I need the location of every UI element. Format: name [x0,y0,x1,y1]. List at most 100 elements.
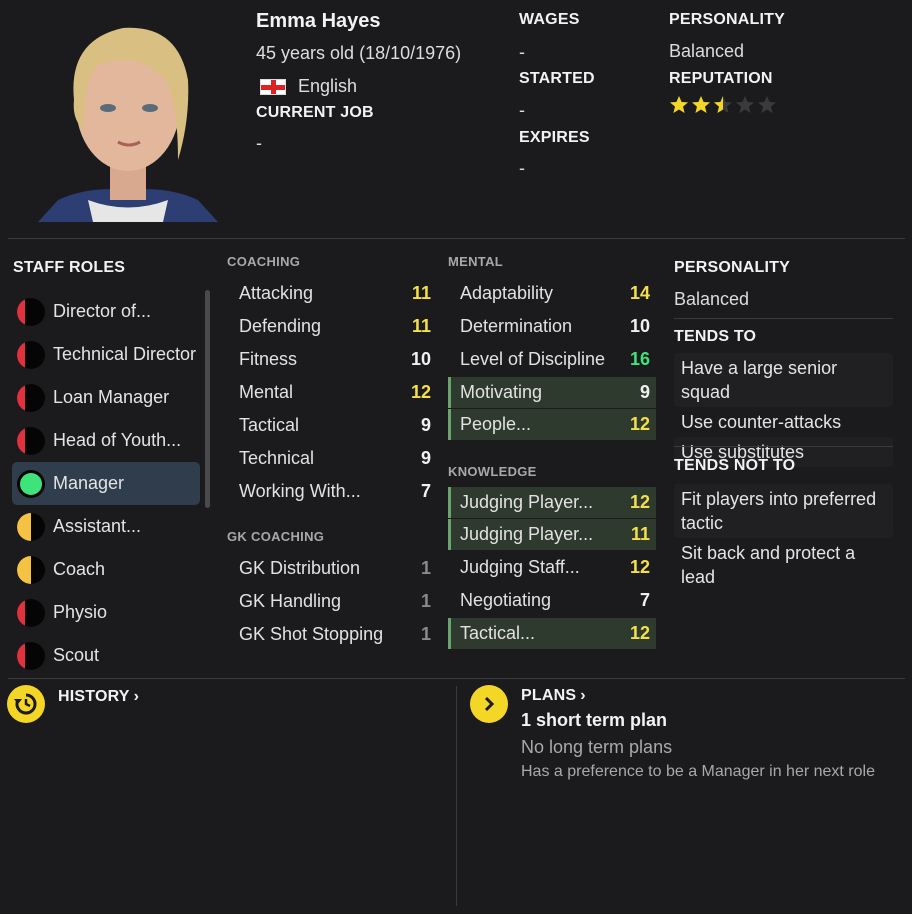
attribute-row: Judging Player... 12 [448,487,656,518]
knowledge-header: KNOWLEDGE [448,464,537,479]
tendency-item: Sit back and protect a lead [681,543,856,587]
tendency-item: Fit players into preferred tactic [674,484,893,538]
staff-role-item[interactable]: Assistant... [12,505,200,548]
plans-link[interactable]: PLANS › [521,687,586,705]
attribute-name: Determination [460,316,573,336]
vertical-divider [456,686,457,906]
staff-role-label: Manager [53,473,125,493]
attribute-value: 10 [410,349,431,369]
divider [674,318,893,319]
attribute-row: Tactical 9 [227,409,437,442]
attribute-row: Motivating 9 [448,377,656,408]
tendency-item: Use counter-attacks [681,412,842,432]
knowledge-list: Judging Player... 12 Judging Player... 11 Ju… [448,486,656,650]
attribute-value: 14 [629,283,650,303]
attribute-row: Judging Staff... 12 [448,551,656,584]
star-icon [692,96,710,113]
attribute-value: 11 [411,283,431,303]
history-link[interactable]: HISTORY › [58,688,139,706]
panel-personality-label: PERSONALITY [674,259,790,276]
attribute-name: Motivating [460,382,543,402]
attribute-name: People... [460,414,532,434]
attribute-row: People... 12 [448,409,656,440]
roles-scrollbar[interactable] [205,290,210,508]
attribute-row: Working With... 7 [227,475,437,508]
england-flag-icon [260,78,286,95]
mental-list: Adaptability 14 Determination 10 Level of Di… [448,277,656,441]
attribute-value: 12 [629,492,650,512]
role-preference: Has a preference to be a Manager in her … [521,763,875,780]
history-label: HISTORY [58,688,130,705]
attribute-row: Mental 12 [227,376,437,409]
age-dob: 45 years old (18/10/1976) [256,43,461,64]
suitability-icon [17,426,45,455]
tendency-item: Have a large senior squad [674,353,893,407]
staff-roles-label: STAFF ROLES [13,259,126,276]
star-icon [714,96,732,113]
attribute-row: GK Shot Stopping 1 [227,618,437,651]
attribute-name: Tactical... [460,623,536,643]
long-term-plans: No long term plans [521,737,673,757]
attribute-name: GK Distribution [239,558,361,578]
tends-to-list: Have a large senior squad Use counter-att… [674,353,893,467]
suitability-icon [17,555,45,584]
tends-not-to-list: Fit players into preferred tactic Sit bac… [674,484,893,592]
current-job-value: - [256,133,262,153]
panel-personality-value: Balanced [674,289,750,309]
plans-label: PLANS [521,687,577,704]
attribute-value: 12 [629,557,650,577]
divider [8,238,905,239]
attribute-value: 7 [420,481,431,501]
staff-role-label: Head of Youth... [53,430,182,450]
attribute-value: 11 [411,316,431,336]
coaching-list: Attacking 11 Defending 11 Fitness 10 Mental 12 T… [227,277,437,508]
attribute-row: Defending 11 [227,310,437,343]
suitability-icon [17,641,45,670]
short-term-plans: 1 short term plan [521,710,668,730]
gk-coaching-header: GK COACHING [227,529,325,544]
staff-role-item[interactable]: Physio [12,591,200,634]
staff-role-item[interactable]: Director of... [12,290,200,333]
attribute-value: 1 [420,591,431,611]
attribute-value: 9 [420,448,431,468]
attribute-row: GK Handling 1 [227,585,437,618]
staff-name: Emma Hayes [256,10,381,32]
staff-role-label: Director of... [53,301,152,321]
attribute-value: 7 [639,590,650,610]
attribute-name: Level of Discipline [460,349,606,369]
reputation-label: REPUTATION [669,70,773,87]
star-icon [736,96,754,113]
history-icon[interactable] [7,685,45,723]
mental-header: MENTAL [448,254,503,269]
attribute-value: 9 [639,382,650,402]
plans-icon[interactable] [470,685,508,723]
staff-role-item[interactable]: Loan Manager [12,376,200,419]
staff-role-item[interactable]: Head of Youth... [12,419,200,462]
attribute-name: Judging Staff... [460,557,580,577]
staff-role-item[interactable]: Technical Director [12,333,200,376]
attribute-value: 1 [420,624,431,644]
date-of-birth: (18/10/1976) [359,43,462,63]
expires-label: EXPIRES [519,129,590,146]
started-value: - [519,100,525,120]
staff-role-label: Technical Director [53,344,197,364]
star-icon [670,96,688,113]
attribute-row: Determination 10 [448,310,656,343]
attribute-value: 11 [630,524,650,544]
wages-value: - [519,42,525,62]
staff-role-label: Scout [53,645,100,665]
attribute-name: Working With... [239,481,361,501]
attribute-name: Negotiating [460,590,552,610]
expires-value: - [519,158,525,178]
divider [674,446,893,447]
staff-role-item[interactable]: Scout [12,634,200,677]
suitability-icon [17,469,45,498]
staff-role-item[interactable]: Manager [12,462,200,505]
reputation-stars [669,95,777,115]
chevron-right-icon: › [580,687,586,704]
nationality-label: English [298,76,358,96]
attribute-row: GK Distribution 1 [227,552,437,585]
attribute-value: 16 [629,349,650,369]
staff-role-item[interactable]: Coach [12,548,200,591]
divider [8,678,905,679]
